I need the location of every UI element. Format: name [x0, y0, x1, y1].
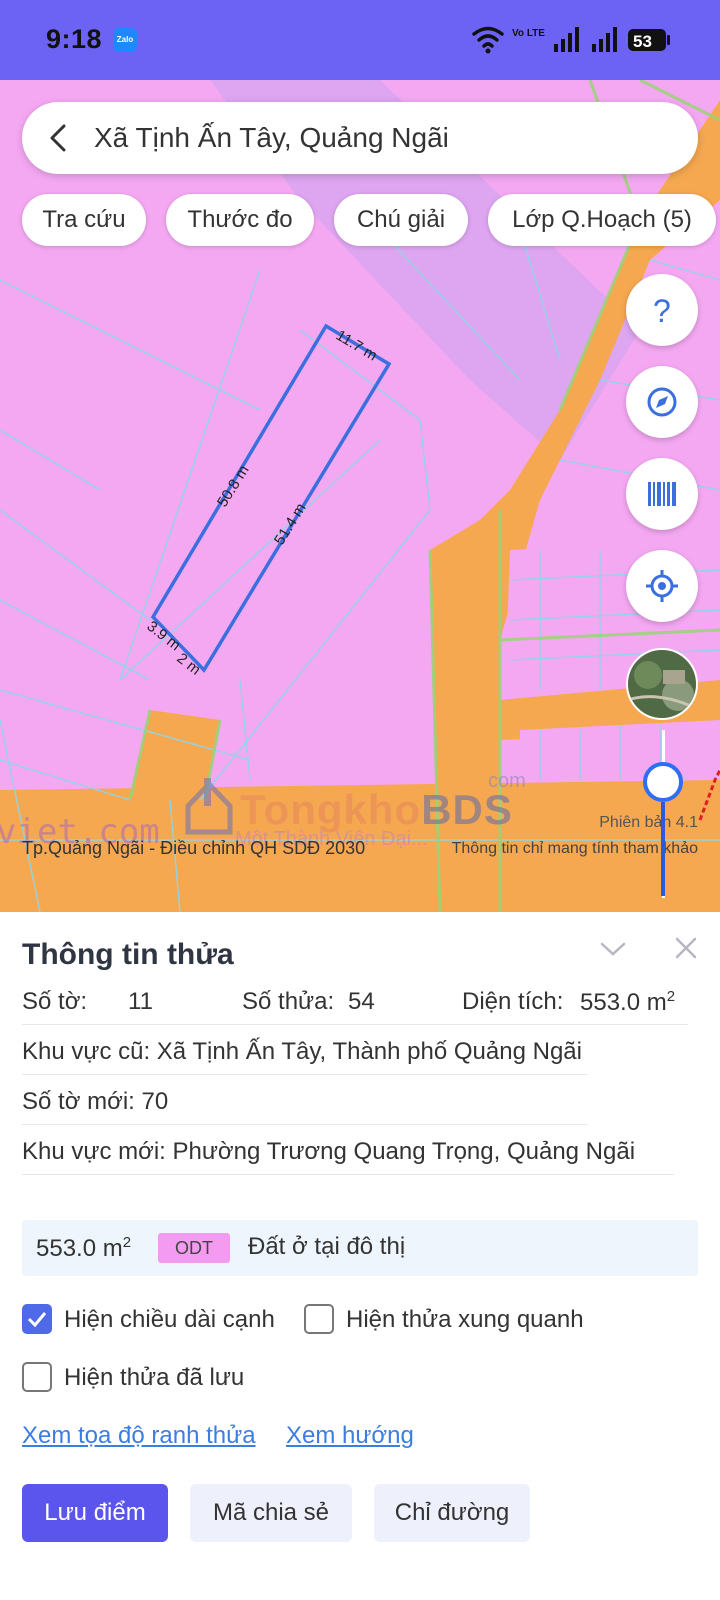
- so-to-value: 11: [128, 988, 153, 1015]
- parcel-info-sheet: Thông tin thửa Số tờ: 11 Số thửa: 54 Diệ…: [0, 912, 720, 1600]
- dien-tich-label: Diện tích:: [462, 988, 564, 1015]
- watermark-house-icon: [185, 778, 233, 835]
- search-location-text[interactable]: Xã Tịnh Ấn Tây, Quảng Ngãi: [94, 122, 449, 154]
- help-icon: ?: [653, 293, 671, 328]
- chip-planning-layers[interactable]: Lớp Q.Hoạch (5): [488, 194, 716, 246]
- view-direction-link[interactable]: Xem hướng: [286, 1422, 414, 1450]
- khu-vuc-moi: Khu vực mới: Phường Trương Quang Trọng, …: [22, 1138, 636, 1165]
- share-code-button[interactable]: Mã chia sẻ: [190, 1484, 352, 1542]
- status-bar: 9:18 Zalo Vo LTE 53: [0, 0, 720, 80]
- show-saved-parcels-checkbox[interactable]: [22, 1362, 52, 1392]
- map-version: Phiên bản 4.1: [599, 814, 698, 831]
- status-icons: Vo LTE 53: [470, 22, 680, 58]
- so-thua-label: Số thửa:: [242, 988, 335, 1015]
- close-icon[interactable]: [672, 934, 700, 962]
- show-neighbor-parcels-checkbox[interactable]: [304, 1304, 334, 1334]
- help-button[interactable]: ?: [626, 274, 698, 346]
- map-layer-caption: Tp.Quảng Ngãi - Điều chỉnh QH SDĐ 2030: [22, 838, 366, 858]
- so-thua-value: 54: [348, 988, 375, 1015]
- chip-lookup[interactable]: Tra cứu: [22, 194, 146, 246]
- land-code-badge: ODT: [158, 1233, 230, 1263]
- barcode-button[interactable]: [626, 458, 698, 530]
- khu-vuc-cu: Khu vực cũ: Xã Tịnh Ấn Tây, Thành phố Qu…: [22, 1038, 582, 1065]
- save-point-button[interactable]: Lưu điểm: [22, 1484, 168, 1542]
- zalo-notification-icon: Zalo: [113, 28, 137, 52]
- chip-legend[interactable]: Chú giải: [334, 194, 468, 246]
- so-to-label: Số tờ:: [22, 988, 88, 1015]
- locate-icon: [646, 570, 678, 602]
- watermark-brand: TongkhoBDS: [240, 786, 513, 833]
- chip-ruler[interactable]: Thước đo: [166, 194, 314, 246]
- zoom-slider-thumb[interactable]: [643, 762, 683, 802]
- show-neighbor-parcels-label[interactable]: Hiện thửa xung quanh: [346, 1306, 584, 1334]
- back-icon[interactable]: [42, 120, 78, 156]
- directions-button[interactable]: Chỉ đường: [374, 1484, 530, 1542]
- land-area: 553.0 m2: [36, 1234, 132, 1262]
- status-time: 9:18: [46, 24, 103, 54]
- so-to-moi: Số tờ mới: 70: [22, 1088, 169, 1115]
- my-location-button[interactable]: [626, 550, 698, 622]
- dien-tich-value: 553.0 m2: [580, 988, 676, 1016]
- divider: [22, 1124, 588, 1125]
- checkmark-icon: [27, 1312, 47, 1328]
- zoom-slider-fill: [661, 802, 665, 896]
- compass-icon: [647, 387, 677, 417]
- svg-text:?: ?: [653, 293, 671, 328]
- sheet-title: Thông tin thửa: [22, 938, 234, 971]
- show-edge-length-checkbox[interactable]: [22, 1304, 52, 1334]
- signal-icon: [554, 27, 579, 52]
- wifi-icon: [472, 26, 504, 48]
- chevron-down-icon[interactable]: [598, 934, 628, 964]
- satellite-layer-button[interactable]: [626, 648, 698, 720]
- barcode-icon: [648, 482, 676, 506]
- search-bar[interactable]: Xã Tịnh Ấn Tây, Quảng Ngãi: [22, 102, 698, 174]
- divider: [22, 1074, 588, 1075]
- show-edge-length-label[interactable]: Hiện chiều dài cạnh: [64, 1306, 275, 1334]
- land-use-description: Đất ở tại đô thị: [248, 1233, 406, 1260]
- divider: [22, 1174, 674, 1175]
- show-saved-parcels-label[interactable]: Hiện thửa đã lưu: [64, 1364, 244, 1392]
- network-label: Vo LTE: [512, 28, 545, 39]
- compass-button[interactable]: [626, 366, 698, 438]
- view-boundary-coords-link[interactable]: Xem tọa độ ranh thửa: [22, 1422, 256, 1450]
- svg-text:53: 53: [633, 32, 652, 51]
- divider: [22, 1024, 688, 1025]
- signal-icon-2: [592, 27, 617, 52]
- battery-icon: 53: [628, 29, 670, 51]
- land-use-box: 553.0 m2 ODT Đất ở tại đô thị: [22, 1220, 698, 1276]
